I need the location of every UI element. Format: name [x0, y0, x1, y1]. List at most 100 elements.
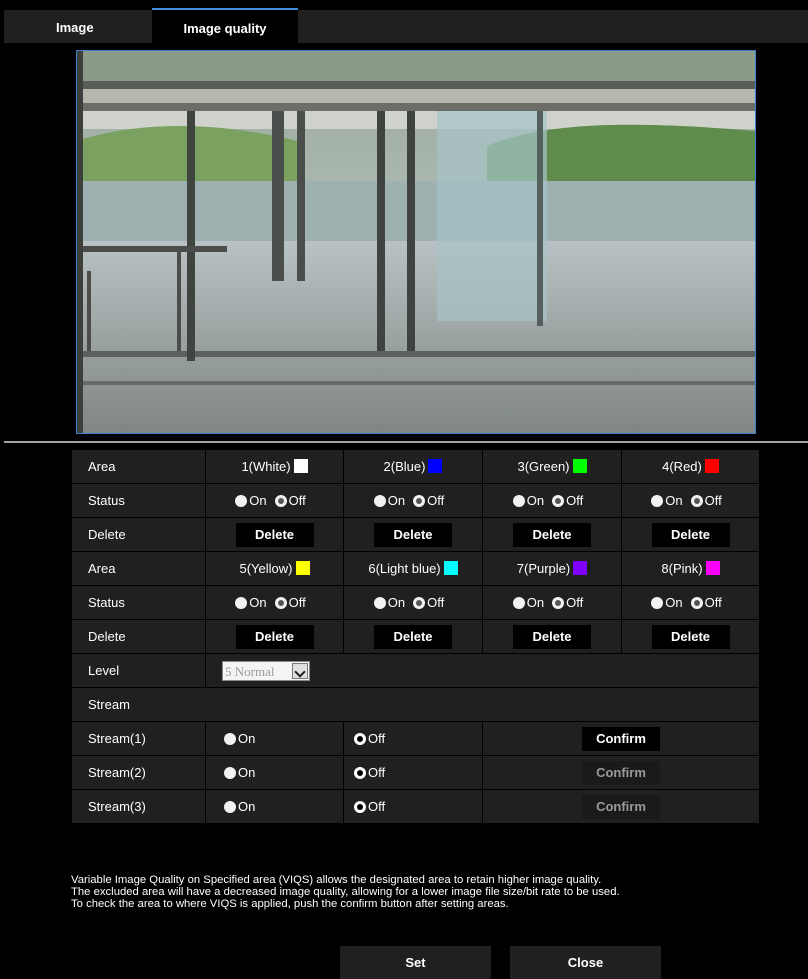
tab-image-quality[interactable]: Image quality: [152, 8, 298, 45]
area-1-on-radio[interactable]: [235, 495, 248, 507]
area-7-delete-button[interactable]: Delete: [513, 624, 591, 649]
off-label: Off: [368, 731, 386, 746]
area-3-on-radio[interactable]: [512, 495, 525, 507]
viqs-settings-table: Area 1(White) 2(Blue) 3(Green) 4(Red) St…: [71, 449, 760, 824]
area-4-status: On Off: [621, 483, 760, 518]
area-7-off-radio[interactable]: [552, 597, 565, 609]
area-7-on-radio[interactable]: [512, 597, 525, 609]
on-label: On: [526, 493, 545, 508]
stream-1-label: Stream(1): [71, 721, 206, 756]
area-3-delete-cell: Delete: [482, 517, 622, 552]
area-2-delete-button[interactable]: Delete: [374, 522, 452, 547]
stream-3-confirm-button[interactable]: Confirm: [582, 794, 660, 819]
close-button[interactable]: Close: [510, 946, 661, 979]
stream-3-on-cell: On: [205, 789, 344, 824]
on-label: On: [387, 595, 406, 610]
area-6-delete-button[interactable]: Delete: [374, 624, 452, 649]
area-1-off-radio[interactable]: [274, 495, 287, 507]
set-button[interactable]: Set: [340, 946, 491, 979]
level-selected-value: 5 Normal: [225, 663, 275, 679]
area-8-delete-button[interactable]: Delete: [651, 624, 730, 649]
area-6-label: 6(Light blue): [368, 561, 441, 576]
off-label: Off: [704, 493, 722, 508]
chevron-down-icon[interactable]: [292, 662, 308, 679]
stream-header-row: Stream: [71, 687, 760, 722]
level-select[interactable]: 5 Normal: [222, 660, 310, 681]
yellow-swatch: [295, 561, 310, 575]
white-swatch: [293, 459, 308, 473]
area-3-label: 3(Green): [517, 459, 570, 474]
area-1-delete-button[interactable]: Delete: [235, 522, 314, 547]
stream-1-confirm-cell: Confirm: [482, 721, 760, 756]
area-4-delete-button[interactable]: Delete: [651, 522, 730, 547]
stream-1-on-radio[interactable]: [224, 733, 236, 745]
area-5-delete-button[interactable]: Delete: [235, 624, 314, 649]
tab-image[interactable]: Image: [56, 10, 94, 43]
on-label: On: [249, 595, 267, 610]
red-swatch: [704, 459, 719, 473]
area-6-delete-cell: Delete: [343, 619, 483, 654]
stream-2-row: Stream(2) On Off Confirm: [71, 755, 760, 790]
area-5-on-radio[interactable]: [235, 597, 248, 609]
stream-2-label: Stream(2): [71, 755, 206, 790]
tab-bar: Image Image quality: [4, 8, 808, 45]
area-7-cell: 7(Purple): [482, 551, 622, 586]
area-5-cell: 5(Yellow): [205, 551, 344, 586]
area-3-off-radio[interactable]: [552, 495, 565, 507]
area-6-off-radio[interactable]: [413, 597, 426, 609]
area-8-status: On Off: [621, 585, 760, 620]
area-2-off-radio[interactable]: [413, 495, 426, 507]
off-label: Off: [427, 493, 445, 508]
delete-row-2: Delete Delete Delete Delete Delete: [71, 619, 760, 654]
delete-label: Delete: [71, 619, 206, 654]
purple-swatch: [573, 561, 588, 575]
note-line-1: Variable Image Quality on Specified area…: [71, 874, 602, 886]
area-4-off-radio[interactable]: [690, 495, 703, 507]
delete-label: Delete: [71, 517, 206, 552]
off-label: Off: [704, 595, 722, 610]
stream-2-on-cell: On: [205, 755, 344, 790]
stream-3-off-radio[interactable]: [354, 801, 366, 813]
area-1-cell: 1(White): [205, 449, 344, 484]
area-6-on-radio[interactable]: [373, 597, 386, 609]
status-label: Status: [71, 483, 206, 518]
status-row-2: Status On Off On Off On Off On Off: [71, 585, 760, 620]
area-3-cell: 3(Green): [482, 449, 622, 484]
delete-row-1: Delete Delete Delete Delete Delete: [71, 517, 760, 552]
area-3-delete-button[interactable]: Delete: [513, 522, 591, 547]
area-label: Area: [71, 449, 206, 484]
area-8-on-radio[interactable]: [651, 597, 664, 609]
area-4-label: 4(Red): [662, 459, 702, 474]
area-8-off-radio[interactable]: [690, 597, 703, 609]
off-label: Off: [566, 595, 584, 610]
area-7-label: 7(Purple): [516, 561, 571, 576]
stream-1-row: Stream(1) On Off Confirm: [71, 721, 760, 756]
area-3-status: On Off: [482, 483, 622, 518]
area-2-on-radio[interactable]: [373, 495, 386, 507]
level-cell: 5 Normal: [205, 653, 760, 688]
stream-2-on-radio[interactable]: [224, 767, 236, 779]
area-label: Area: [71, 551, 206, 586]
stream-3-label: Stream(3): [71, 789, 206, 824]
area-7-delete-cell: Delete: [482, 619, 622, 654]
stream-1-off-radio[interactable]: [354, 733, 366, 745]
stream-1-confirm-button[interactable]: Confirm: [582, 726, 660, 751]
off-label: Off: [288, 595, 306, 610]
off-label: Off: [288, 493, 306, 508]
stream-2-off-radio[interactable]: [354, 767, 366, 779]
stream-2-confirm-button[interactable]: Confirm: [582, 760, 660, 785]
off-label: Off: [566, 493, 584, 508]
area-4-on-radio[interactable]: [651, 495, 664, 507]
stream-3-on-radio[interactable]: [224, 801, 236, 813]
area-5-status: On Off: [205, 585, 344, 620]
area-8-delete-cell: Delete: [621, 619, 760, 654]
area-5-off-radio[interactable]: [274, 597, 287, 609]
status-row-1: Status On Off On Off On Off On Off: [71, 483, 760, 518]
area-2-status: On Off: [343, 483, 483, 518]
light-blue-swatch: [443, 561, 458, 575]
note-line-2: The excluded area will have a decreased …: [71, 886, 620, 898]
note-line-3: To check the area to where VIQS is appli…: [71, 898, 509, 910]
off-label: Off: [368, 799, 386, 814]
on-label: On: [526, 595, 545, 610]
area-5-label: 5(Yellow): [239, 561, 293, 576]
